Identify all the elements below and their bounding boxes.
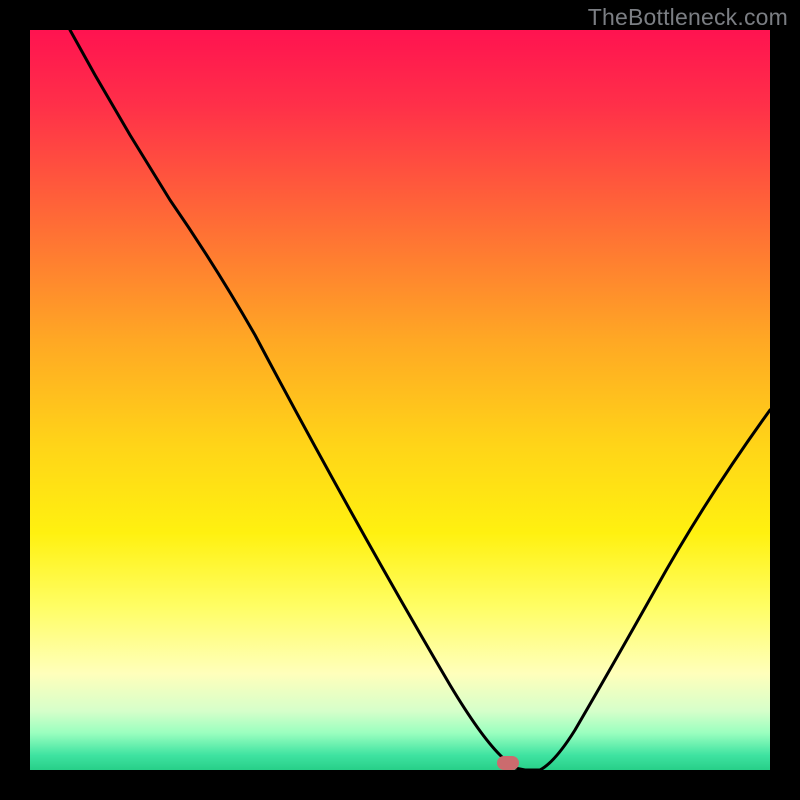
bottleneck-curve — [30, 30, 770, 770]
chart-frame: TheBottleneck.com — [0, 0, 800, 800]
watermark-text: TheBottleneck.com — [588, 4, 788, 31]
plot-area — [30, 30, 770, 770]
curve-path — [70, 30, 770, 770]
optimum-marker — [497, 756, 519, 770]
